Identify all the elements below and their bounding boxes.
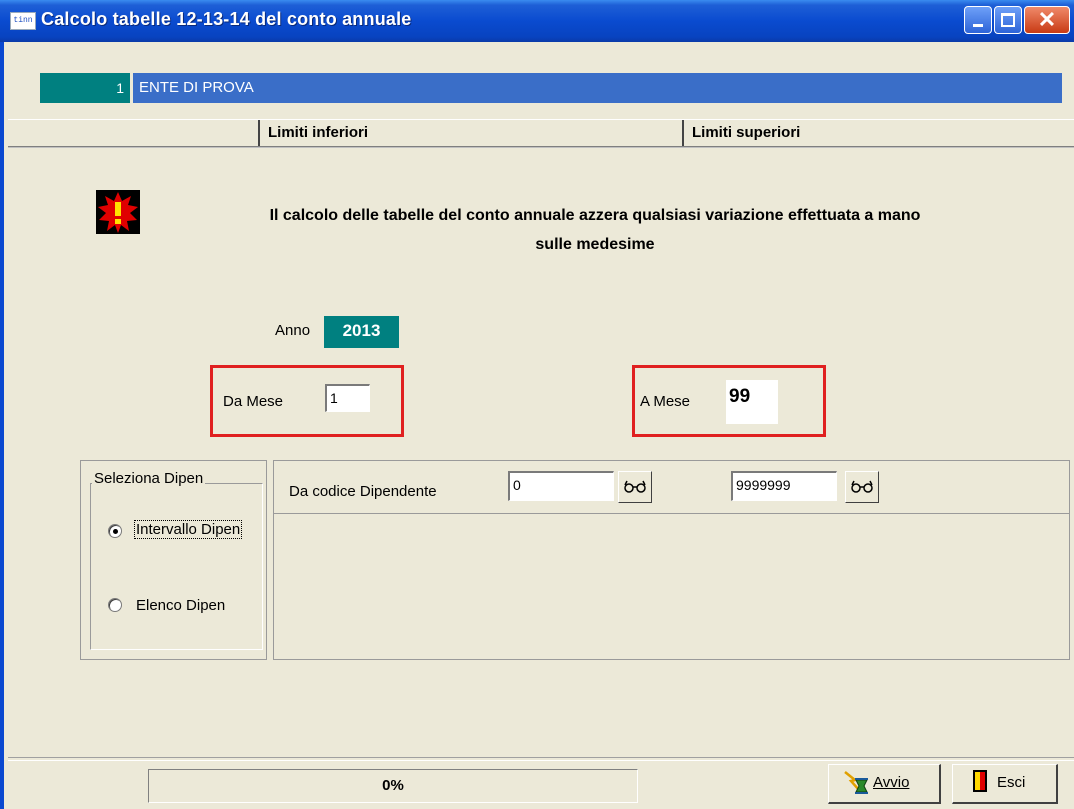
a-mese-input[interactable]: 99	[726, 380, 778, 424]
exit-door-icon	[973, 770, 987, 793]
close-icon: ✕	[1037, 7, 1057, 32]
title-bar[interactable]: tinn Calcolo tabelle 12-13-14 del conto …	[0, 0, 1074, 42]
header-lower-limits: Limiti inferiori	[258, 120, 682, 146]
warning-burst-icon	[96, 190, 140, 234]
radio-intervallo-label[interactable]: Intervallo Dipen	[134, 520, 243, 539]
ente-code-field[interactable]: 1	[40, 73, 130, 103]
anno-field[interactable]: 2013	[324, 316, 399, 348]
header-upper-limits: Limiti superiori	[682, 120, 1074, 146]
lookup-to-button[interactable]	[845, 471, 879, 503]
close-button[interactable]: ✕	[1024, 6, 1070, 34]
da-codice-label: Da codice Dipendente	[289, 483, 437, 500]
binoculars-icon	[851, 480, 873, 493]
bottom-separator	[8, 757, 1074, 761]
esci-button[interactable]: Esci	[952, 764, 1058, 804]
binoculars-icon	[624, 480, 646, 493]
window-border	[0, 42, 4, 809]
avvio-button[interactable]: Avvio	[828, 764, 941, 804]
radio-elenco[interactable]	[108, 598, 122, 612]
maximize-button[interactable]	[994, 6, 1022, 34]
lookup-from-button[interactable]	[618, 471, 652, 503]
app-icon[interactable]: tinn	[10, 12, 36, 30]
ente-name-field: ENTE DI PROVA	[133, 73, 1062, 103]
da-codice-input[interactable]: 0	[508, 471, 614, 501]
avvio-label: Avvio	[873, 774, 910, 791]
radio-intervallo[interactable]	[108, 524, 122, 538]
minimize-button[interactable]	[964, 6, 992, 34]
warning-line-2: sulle medesime	[535, 236, 655, 253]
seleziona-title: Seleziona Dipen	[92, 470, 206, 487]
radio-elenco-label[interactable]: Elenco Dipen	[136, 597, 225, 614]
esci-label: Esci	[997, 774, 1026, 791]
hourglass-lightning-icon	[844, 771, 868, 795]
limits-header: Limiti inferiori Limiti superiori	[8, 119, 1074, 147]
warning-line-1: Il calcolo delle tabelle del conto annua…	[269, 207, 921, 224]
progress-bar: 0%	[148, 769, 638, 803]
a-mese-label: A Mese	[640, 393, 691, 410]
a-codice-input[interactable]: 9999999	[731, 471, 837, 501]
warning-message: Il calcolo delle tabelle del conto annua…	[160, 201, 1030, 259]
da-mese-input[interactable]: 1	[325, 384, 370, 412]
window-title: Calcolo tabelle 12-13-14 del conto annua…	[41, 9, 412, 29]
da-mese-label: Da Mese	[223, 393, 284, 410]
seleziona-group	[90, 483, 263, 650]
anno-label: Anno	[275, 322, 311, 339]
